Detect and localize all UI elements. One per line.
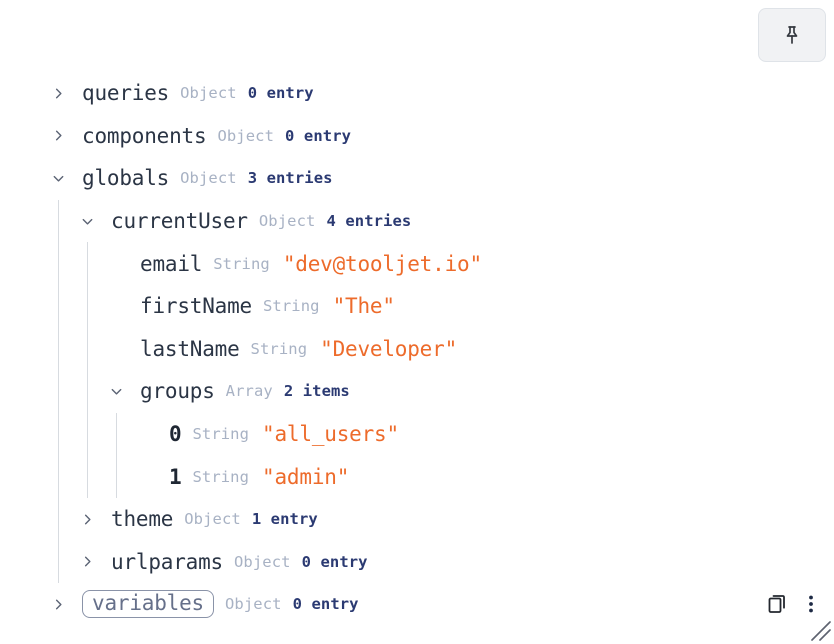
tree-row-globals[interactable]: globals Object 3 entries	[0, 157, 834, 200]
tree-type-label: String	[263, 297, 320, 316]
tree-key-label: currentUser	[111, 209, 248, 234]
tree-type-label: Object	[258, 212, 316, 231]
tree-type-label: Object	[225, 595, 282, 614]
tree-type-label: Object	[184, 510, 241, 529]
tree-row-variables[interactable]: variables Object 0 entry	[0, 583, 834, 626]
tree-string-value: "admin"	[262, 464, 350, 489]
chevron-right-icon[interactable]	[77, 509, 97, 529]
tree-type-label: String	[213, 254, 270, 273]
indent-guide	[58, 284, 59, 328]
tree-key-label: theme	[111, 507, 174, 532]
tree-count-label: 2 items	[283, 382, 350, 401]
copy-icon[interactable]	[766, 592, 790, 616]
tree-type-label: String	[192, 467, 250, 486]
tree-key-label: urlparams	[111, 549, 223, 574]
tree-key-label: variables	[82, 590, 214, 619]
indent-guide	[87, 327, 88, 371]
chevron-down-icon[interactable]	[77, 211, 97, 231]
tree-row-1[interactable]: 1 String "admin"	[0, 455, 834, 498]
bottom-toolbar	[766, 592, 820, 616]
tree-count-label: 0 entry	[292, 595, 359, 614]
chevron-right-icon[interactable]	[48, 594, 68, 614]
chevron-down-icon[interactable]	[106, 381, 126, 401]
tree-key-label: 1	[169, 464, 182, 489]
tree-row-queries[interactable]: queries Object 0 entry	[0, 72, 834, 115]
tree-string-value: "dev@tooljet.io"	[282, 251, 482, 276]
pin-icon	[780, 23, 804, 47]
tree-row-groups[interactable]: groups Array 2 items	[0, 370, 834, 413]
tree-string-value: "The"	[332, 294, 395, 319]
tree-row-0[interactable]: 0 String "all_users"	[0, 412, 834, 456]
tree-string-value: "all_users"	[262, 422, 399, 447]
tree-key-label: components	[82, 123, 207, 148]
tree-count-label: 0 entry	[285, 126, 352, 145]
indent-guide	[116, 455, 117, 498]
tree-row-currentUser[interactable]: currentUser Object 4 entries	[0, 199, 834, 243]
tree-key-label: queries	[82, 81, 170, 106]
resize-grip-icon[interactable]	[806, 616, 832, 642]
indent-guide	[58, 455, 59, 498]
indent-guide	[58, 412, 59, 456]
tree-key-label: firstName	[140, 294, 252, 319]
tree-key-label: groups	[140, 379, 215, 404]
indent-guide	[87, 412, 88, 456]
indent-guide	[87, 370, 88, 413]
tree-count-label: 1 entry	[251, 510, 318, 529]
tree-type-label: Array	[225, 382, 273, 401]
tree-type-label: Object	[234, 552, 291, 571]
tree-count-label: 0 entry	[301, 552, 368, 571]
tree-string-value: "Developer"	[320, 336, 458, 361]
indent-guide	[87, 284, 88, 328]
pin-button[interactable]	[758, 8, 826, 62]
tree-key-label: 0	[169, 422, 182, 447]
tree-row-firstName[interactable]: firstName String "The"	[0, 284, 834, 328]
tree-key-label: lastName	[140, 336, 240, 361]
tree-row-components[interactable]: components Object 0 entry	[0, 115, 834, 158]
object-tree: queries Object 0 entry components Object 0 en…	[0, 72, 834, 636]
indent-guide	[58, 327, 59, 371]
chevron-right-icon[interactable]	[77, 552, 97, 572]
tree-type-label: String	[192, 425, 250, 444]
vertical-dots-icon[interactable]	[802, 592, 820, 616]
chevron-right-icon[interactable]	[48, 126, 68, 146]
indent-guide	[116, 412, 117, 456]
indent-guide	[58, 199, 59, 243]
tree-count-label: 0 entry	[247, 84, 314, 103]
tree-count-label: 3 entries	[247, 169, 333, 188]
tree-type-label: Object	[217, 126, 275, 145]
chevron-right-icon[interactable]	[48, 83, 68, 103]
indent-guide	[58, 370, 59, 413]
tree-type-label: Object	[180, 84, 237, 103]
tree-count-label: 4 entries	[326, 212, 412, 231]
selected-key-box: variables	[82, 590, 214, 619]
indent-guide	[58, 242, 59, 285]
tree-row-lastName[interactable]: lastName String "Developer"	[0, 327, 834, 371]
indent-guide	[58, 497, 59, 541]
indent-guide	[58, 540, 59, 584]
tree-row-theme[interactable]: theme Object 1 entry	[0, 497, 834, 541]
tree-key-label: email	[140, 251, 203, 276]
indent-guide	[87, 455, 88, 498]
tree-type-label: String	[250, 339, 308, 358]
tree-type-label: Object	[180, 169, 237, 188]
tree-key-label: globals	[82, 166, 170, 191]
indent-guide	[87, 242, 88, 285]
tree-row-urlparams[interactable]: urlparams Object 0 entry	[0, 540, 834, 584]
tree-row-email[interactable]: email String "dev@tooljet.io"	[0, 242, 834, 285]
chevron-down-icon[interactable]	[48, 168, 68, 188]
